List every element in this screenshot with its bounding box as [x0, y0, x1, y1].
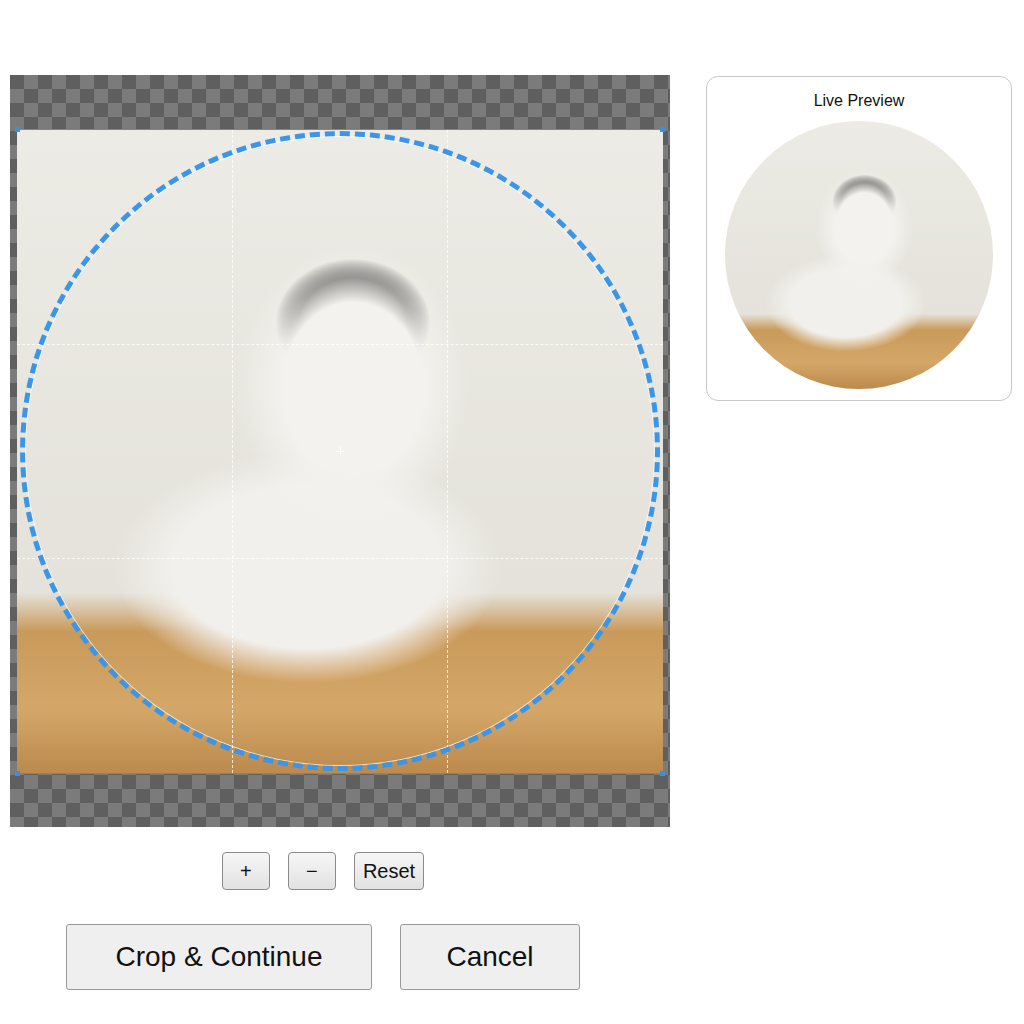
crop-handle[interactable]	[15, 771, 20, 776]
action-button[interactable]: Cancel	[400, 924, 580, 990]
zoom-controls: +−Reset	[10, 852, 670, 890]
zoom-button[interactable]: Reset	[354, 852, 424, 890]
crop-handle[interactable]	[15, 127, 20, 132]
photo[interactable]	[17, 129, 663, 774]
grid-line	[232, 130, 233, 773]
crop-column: +−Reset Crop & Continue Cancel	[10, 75, 670, 990]
center-cross-icon	[336, 447, 344, 455]
preview-title: Live Preview	[814, 91, 905, 111]
crop-handle[interactable]	[660, 127, 665, 132]
crop-handle[interactable]	[660, 771, 665, 776]
crop-dialog: +−Reset Crop & Continue Cancel Live Preview	[0, 0, 1024, 990]
preview-image	[725, 121, 993, 389]
action-buttons: Crop & Continue Cancel	[10, 924, 670, 990]
zoom-button[interactable]: −	[288, 852, 336, 890]
zoom-button[interactable]: +	[222, 852, 270, 890]
preview-card: Live Preview	[706, 76, 1012, 401]
grid-line	[17, 344, 663, 345]
grid-line	[17, 558, 663, 559]
grid-line	[447, 130, 448, 773]
action-button[interactable]: Crop & Continue	[66, 924, 372, 990]
crop-stage	[10, 75, 670, 827]
